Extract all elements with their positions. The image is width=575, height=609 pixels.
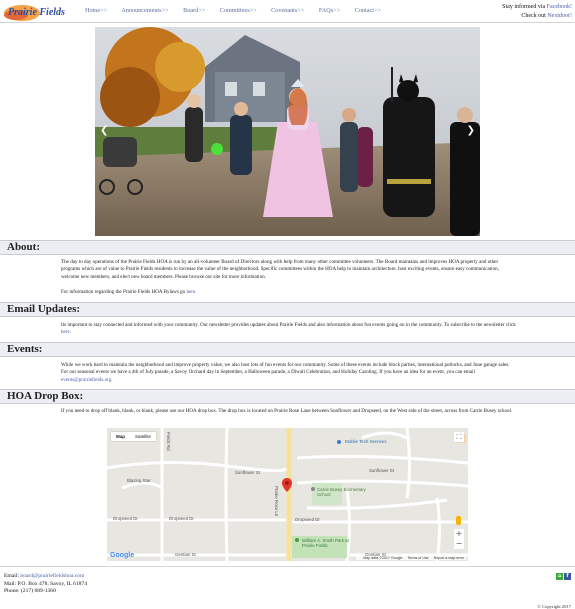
map-label-gentian-1: Gentian St: [175, 552, 196, 557]
nav-committees[interactable]: Committees>>: [220, 7, 257, 14]
pegman-icon[interactable]: [456, 516, 461, 525]
map-type-tabs: Map Satellite: [111, 432, 157, 441]
zoom-out-button[interactable]: −: [454, 539, 464, 549]
board-email-link[interactable]: board@prairiefieldshoa.com: [20, 573, 84, 579]
facebook-link[interactable]: Facebook!: [547, 4, 572, 10]
nextdoor-link[interactable]: Nextdoor!: [547, 13, 572, 19]
nav-announcements[interactable]: Announcements>>: [121, 7, 168, 14]
email-section-header: Email Updates:: [0, 302, 575, 317]
events-text: While we work hard to maintain the neigh…: [61, 362, 516, 384]
business-marker-icon: [337, 440, 341, 444]
events-paragraph: While we work hard to maintain the neigh…: [61, 362, 510, 376]
site-footer: Email: board@prairiefieldshoa.com Mail: …: [0, 566, 575, 609]
social-note: Stay informed via Facebook! Check out Ne…: [502, 3, 572, 20]
email-label: Email:: [4, 573, 21, 579]
email-text: Its important to stay connected and info…: [61, 322, 516, 337]
map-canvas[interactable]: [107, 428, 468, 561]
bylaws-suffix: .: [195, 289, 197, 295]
map-report-link[interactable]: Report a map error: [434, 556, 464, 560]
map-attribution: Map data ©2017 Google Terms of Use Report …: [356, 556, 466, 560]
carousel-photo: [95, 27, 480, 236]
map-label-dropseed-2: Dropseed Dr: [169, 516, 194, 521]
nav-covenants[interactable]: Covenants>>: [271, 7, 304, 14]
about-text: The day to day operations of the Prairie…: [61, 259, 516, 281]
events-section-header: Events:: [0, 342, 575, 357]
copyright: © Copyright 2017: [537, 604, 571, 609]
about-section-header: About:: [0, 240, 575, 255]
fullscreen-icon[interactable]: ⛶: [454, 432, 464, 442]
dropbox-section-header: HOA Drop Box:: [0, 389, 575, 404]
google-logo: Google: [110, 552, 134, 559]
bylaws-prefix: For information regarding the Prairie Fi…: [61, 289, 187, 295]
events-heading: Events:: [7, 343, 43, 355]
facebook-icon[interactable]: f: [564, 573, 571, 580]
nav-contact[interactable]: Contact>>: [355, 7, 381, 14]
school-marker-icon: [311, 487, 315, 491]
map-tab-satellite[interactable]: Satellite: [130, 432, 156, 441]
photo-carousel[interactable]: ❮ ❯: [95, 27, 480, 236]
dropbox-text: If you need to drop off blank, blank, or…: [61, 408, 516, 415]
about-paragraph: The day to day operations of the Prairie…: [61, 259, 499, 280]
map-tab-map[interactable]: Map: [111, 432, 130, 441]
nav-home[interactable]: Home>>: [85, 7, 107, 14]
email-paragraph: Its important to stay connected and info…: [61, 322, 516, 328]
events-suffix: .: [111, 376, 113, 383]
map-terms-link[interactable]: Terms of Use: [407, 556, 428, 560]
map-label-blazing-star: Blazing Star: [127, 478, 151, 483]
park-marker-icon: [295, 538, 299, 542]
site-logo[interactable]: Prairie Fields: [2, 1, 78, 21]
dropbox-heading: HOA Drop Box:: [7, 390, 84, 402]
footer-right: ⌂ f © Copyright 2017: [537, 573, 571, 609]
social-line1-text: Stay informed via: [502, 4, 547, 10]
nextdoor-icon[interactable]: ⌂: [556, 573, 563, 580]
bylaws-text: For information regarding the Prairie Fi…: [61, 289, 516, 296]
dropbox-map[interactable]: Mobile Tech Services Sunflower St Sunflo…: [107, 428, 468, 561]
map-marker-icon[interactable]: [282, 478, 292, 492]
map-label-william-smith: William A. Smith Park at Prairie Fields: [302, 538, 349, 548]
map-zoom-control: + −: [454, 529, 464, 549]
map-label-fields-rd: Fields Rd: [166, 432, 171, 451]
chevron-right-icon[interactable]: ❯: [467, 125, 475, 136]
bylaws-link[interactable]: here: [187, 289, 196, 295]
logo-text: Prairie Fields: [8, 7, 65, 18]
events-email-link[interactable]: events@prairiefields.org: [61, 377, 111, 383]
dropbox-paragraph: If you need to drop off blank, blank, or…: [61, 408, 513, 414]
main-nav: Home>> Announcements>> Board>> Committee…: [85, 7, 394, 14]
map-label-sunflower-2: Sunflower St: [369, 468, 394, 473]
nav-board[interactable]: Board>>: [183, 7, 205, 14]
social-line2-text: Check out: [521, 12, 548, 19]
contact-info: Email: board@prairiefieldshoa.com Mail: …: [4, 573, 87, 596]
email-suffix: .: [69, 329, 72, 336]
newsletter-link[interactable]: here: [61, 329, 70, 335]
about-heading: About:: [7, 241, 41, 253]
map-label-dropseed-3: Dropseed Dr: [295, 517, 320, 522]
zoom-in-button[interactable]: +: [454, 529, 464, 539]
map-label-prairie-rose: Prairie Rose Ln: [274, 486, 279, 517]
email-heading: Email Updates:: [7, 303, 81, 315]
map-label-dropseed-1: Dropseed Dr: [113, 516, 138, 521]
map-label-mobile-tech: Mobile Tech Services: [345, 439, 387, 444]
map-label-sunflower-1: Sunflower St: [235, 470, 260, 475]
nav-faqs[interactable]: FAQs>>: [319, 7, 340, 14]
phone-number: Phone: (217) 689-1360: [4, 588, 56, 595]
map-label-carrie-busey: Carrie Busey Elementary School: [317, 487, 366, 497]
chevron-left-icon[interactable]: ❮: [100, 125, 108, 136]
site-header: Prairie Fields Home>> Announcements>> Bo…: [0, 0, 575, 23]
google-logo-text: Google: [110, 552, 135, 559]
map-data-credit: Map data ©2017 Google: [363, 556, 403, 560]
